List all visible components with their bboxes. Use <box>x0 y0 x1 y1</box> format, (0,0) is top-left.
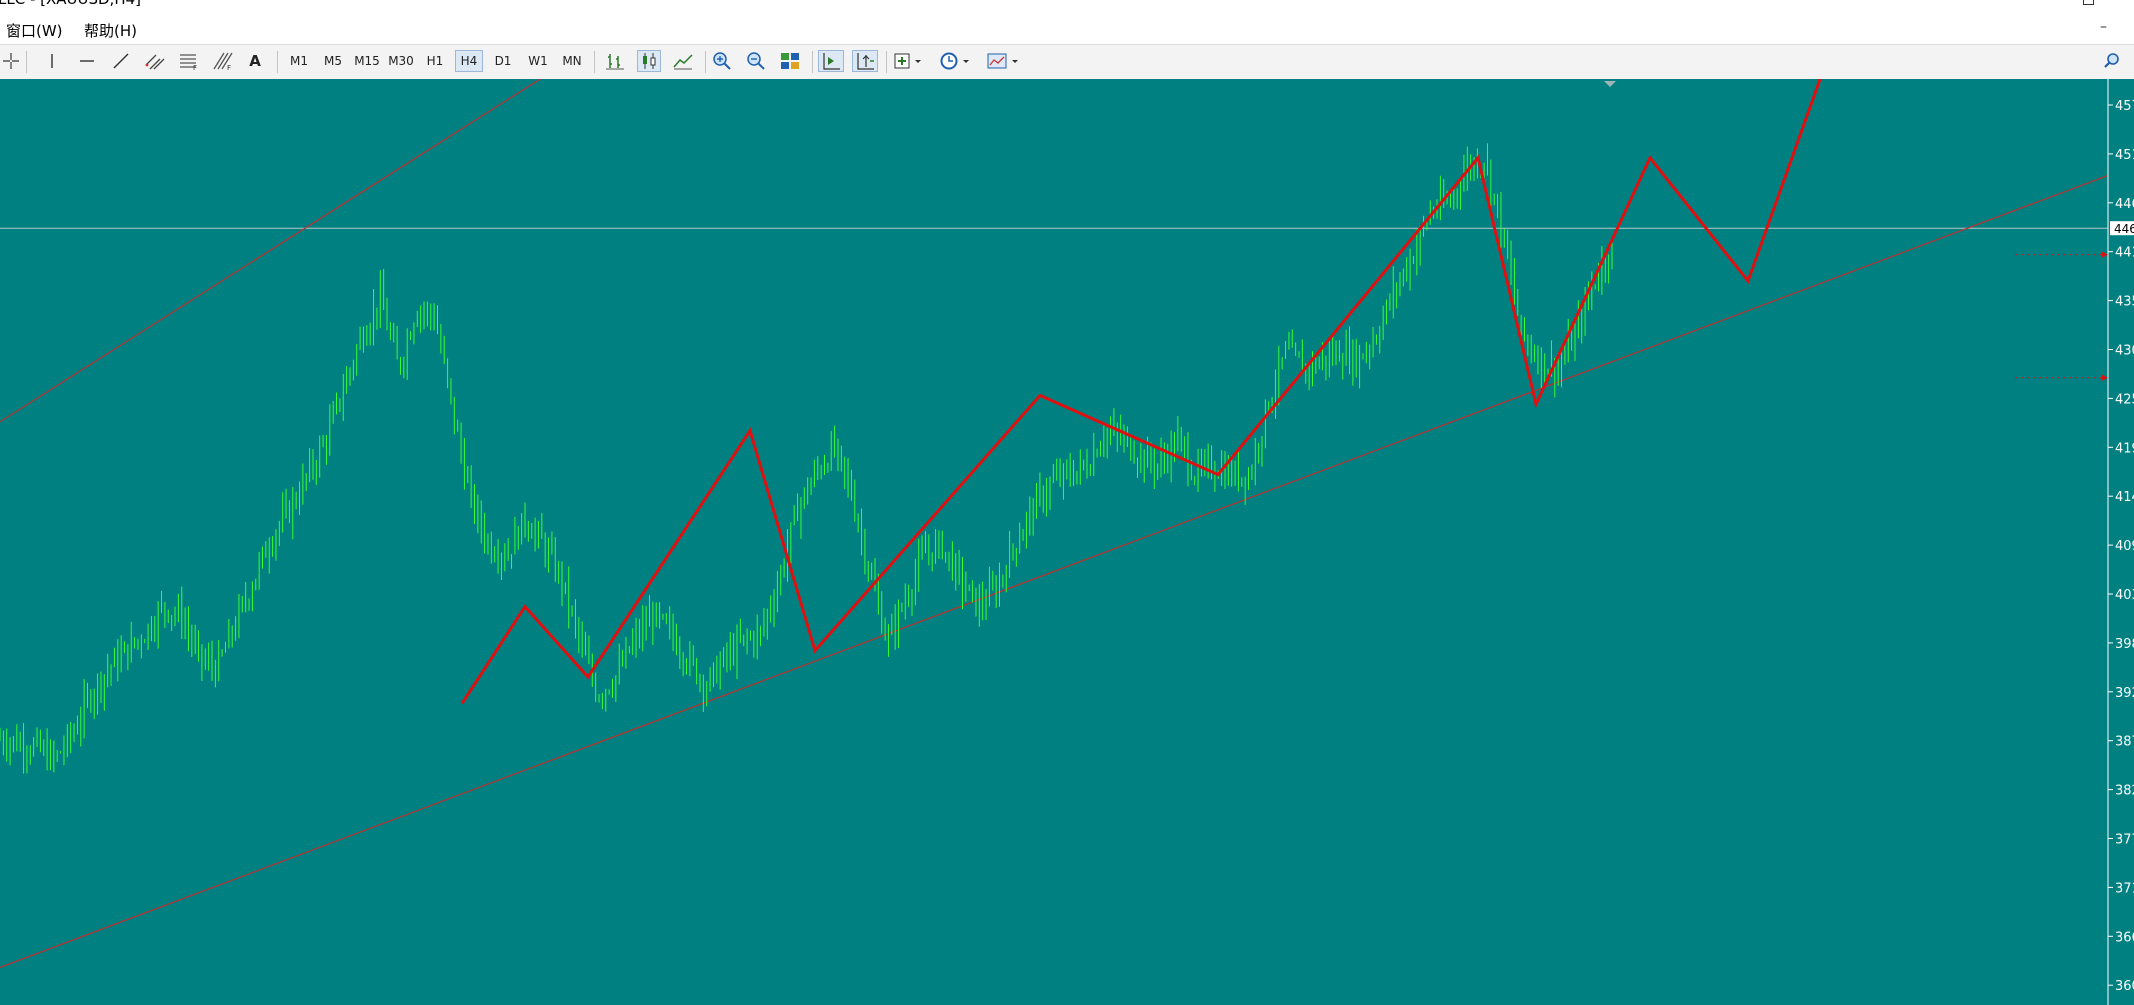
price-tick-label: 446 <box>2115 197 2134 212</box>
trendline-icon[interactable] <box>110 50 132 72</box>
price-tick-label: 435 <box>2115 295 2134 310</box>
price-candles <box>0 143 1613 774</box>
price-axis: 457 451 446 441 435 430 425 419 414 409 403 398 392 3… <box>1604 79 2134 1005</box>
timeframe-m30-button[interactable]: M30 <box>386 50 416 72</box>
crosshair-icon[interactable] <box>0 50 22 72</box>
svg-text:F: F <box>193 64 197 71</box>
indicators-icon[interactable] <box>892 50 926 72</box>
upper-channel-line <box>0 79 542 423</box>
timeframe-m5-button[interactable]: M5 <box>320 50 346 72</box>
chart-shift-icon[interactable] <box>852 50 878 72</box>
toolbar-separator <box>277 51 278 73</box>
price-tick-label: 419 <box>2115 441 2134 456</box>
price-tick-label: 441 <box>2115 246 2134 261</box>
candlestick-icon[interactable] <box>637 50 661 72</box>
autoscroll-icon[interactable] <box>818 50 844 72</box>
periods-clock-icon[interactable] <box>938 50 974 72</box>
zoom-out-icon[interactable] <box>744 50 768 72</box>
toolbar-separator <box>26 51 27 73</box>
timeframe-h4-button[interactable]: H4 <box>455 50 483 72</box>
horizontal-line-icon[interactable] <box>76 50 98 72</box>
timeframe-m15-button[interactable]: M15 <box>352 50 382 72</box>
toolbar: F F A M1 M5 M15 M30 H1 H4 D1 W1 MN <box>0 44 2134 80</box>
marker-arrow <box>2102 251 2108 258</box>
price-tick-label: 371 <box>2115 881 2134 896</box>
timeframe-w1-button[interactable]: W1 <box>524 50 552 72</box>
search-icon[interactable] <box>2100 50 2124 72</box>
price-chart[interactable]: 457 451 446 441 435 430 425 419 414 409 403 398 392 3… <box>0 79 2134 1005</box>
chart-shift-marker <box>1604 81 1616 87</box>
timeframe-h1-button[interactable]: H1 <box>422 50 448 72</box>
price-tick-label: 366 <box>2115 930 2134 945</box>
price-tick-label: 377 <box>2115 833 2134 848</box>
fibonacci-icon[interactable]: F <box>177 50 201 72</box>
menu-bar: 窗口(W) 帮助(H) – <box>0 17 2134 43</box>
window-title-bar: LLC - [XAUUSD,H4] <box>0 0 2134 10</box>
menu-help[interactable]: 帮助(H) <box>84 20 137 41</box>
toolbar-separator <box>705 51 706 73</box>
toolbar-separator <box>594 51 595 73</box>
bar-chart-icon[interactable] <box>603 50 627 72</box>
price-tick-label: 398 <box>2115 637 2134 652</box>
toolbar-separator <box>812 51 813 73</box>
price-tick-label: 382 <box>2115 784 2134 799</box>
channel-lines <box>0 79 2109 968</box>
restore-window-button[interactable] <box>2083 0 2094 5</box>
toolbar-separator <box>886 51 887 73</box>
menu-window[interactable]: 窗口(W) <box>6 20 63 41</box>
text-icon[interactable]: A <box>245 50 265 72</box>
zigzag-annotation <box>460 79 1822 705</box>
zigzag-line <box>460 79 1822 705</box>
channel-icon[interactable] <box>143 50 167 72</box>
svg-text:F: F <box>227 64 231 71</box>
minimize-chart-button[interactable]: – <box>2100 19 2107 35</box>
price-tick-label: 387 <box>2115 735 2134 750</box>
price-tick-label: 457 <box>2115 99 2134 114</box>
price-tick-label: 403 <box>2115 588 2134 603</box>
timeframe-d1-button[interactable]: D1 <box>490 50 516 72</box>
window-title: LLC - [XAUUSD,H4] <box>0 0 141 8</box>
price-tick-label: 430 <box>2115 344 2134 359</box>
price-tick-label: 360 <box>2115 979 2134 994</box>
price-tick-label: 409 <box>2115 539 2134 554</box>
price-tick-label: 425 <box>2115 392 2134 407</box>
tile-windows-icon[interactable] <box>778 50 802 72</box>
templates-icon[interactable] <box>985 50 1023 72</box>
vertical-line-icon[interactable] <box>42 50 62 72</box>
lower-channel-line <box>0 174 2109 968</box>
timeframe-m1-button[interactable]: M1 <box>286 50 312 72</box>
price-tick-label: 451 <box>2115 148 2134 163</box>
price-tick-label: 392 <box>2115 686 2134 701</box>
marker-arrow <box>2102 374 2108 381</box>
timeframe-mn-button[interactable]: MN <box>558 50 586 72</box>
gann-icon[interactable]: F <box>211 50 235 72</box>
line-chart-icon[interactable] <box>671 50 695 72</box>
chart-area[interactable]: 457 451 446 441 435 430 425 419 414 409 403 398 392 3… <box>0 79 2134 1005</box>
zoom-in-icon[interactable] <box>710 50 734 72</box>
current-price-label: 446 <box>2114 222 2134 236</box>
price-tick-label: 414 <box>2115 490 2134 505</box>
